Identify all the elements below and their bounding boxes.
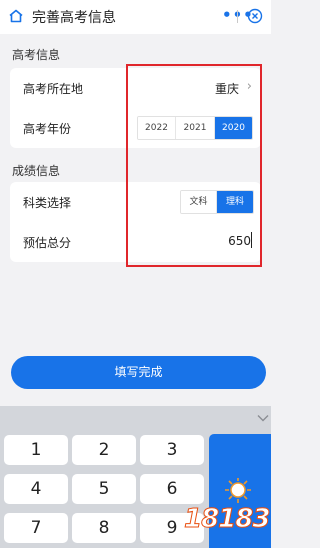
close-circle-icon[interactable] bbox=[247, 8, 263, 24]
key-1[interactable]: 1 bbox=[4, 435, 68, 465]
page-title: 完善高考信息 bbox=[32, 10, 116, 26]
chevron-down-icon[interactable] bbox=[257, 414, 269, 422]
key-7[interactable]: 7 bbox=[4, 513, 68, 543]
submit-button[interactable]: 填写完成 bbox=[11, 356, 266, 389]
subject-label: 科类选择 bbox=[23, 196, 72, 210]
key-3[interactable]: 3 bbox=[140, 435, 204, 465]
home-icon[interactable] bbox=[8, 8, 24, 24]
key-5[interactable]: 5 bbox=[72, 474, 136, 504]
header-divider bbox=[237, 10, 238, 23]
key-8[interactable]: 8 bbox=[72, 513, 136, 543]
highlight-box bbox=[126, 64, 262, 267]
section-title-score: 成绩信息 bbox=[12, 164, 61, 178]
location-label: 高考所在地 bbox=[23, 82, 84, 96]
key-4[interactable]: 4 bbox=[4, 474, 68, 504]
watermark-text: 18183 bbox=[183, 504, 270, 535]
section-title-exam: 高考信息 bbox=[12, 48, 61, 62]
year-label: 高考年份 bbox=[23, 122, 72, 136]
key-2[interactable]: 2 bbox=[72, 435, 136, 465]
score-label: 预估总分 bbox=[23, 236, 72, 250]
header-bar: 完善高考信息 ••• bbox=[0, 0, 271, 34]
